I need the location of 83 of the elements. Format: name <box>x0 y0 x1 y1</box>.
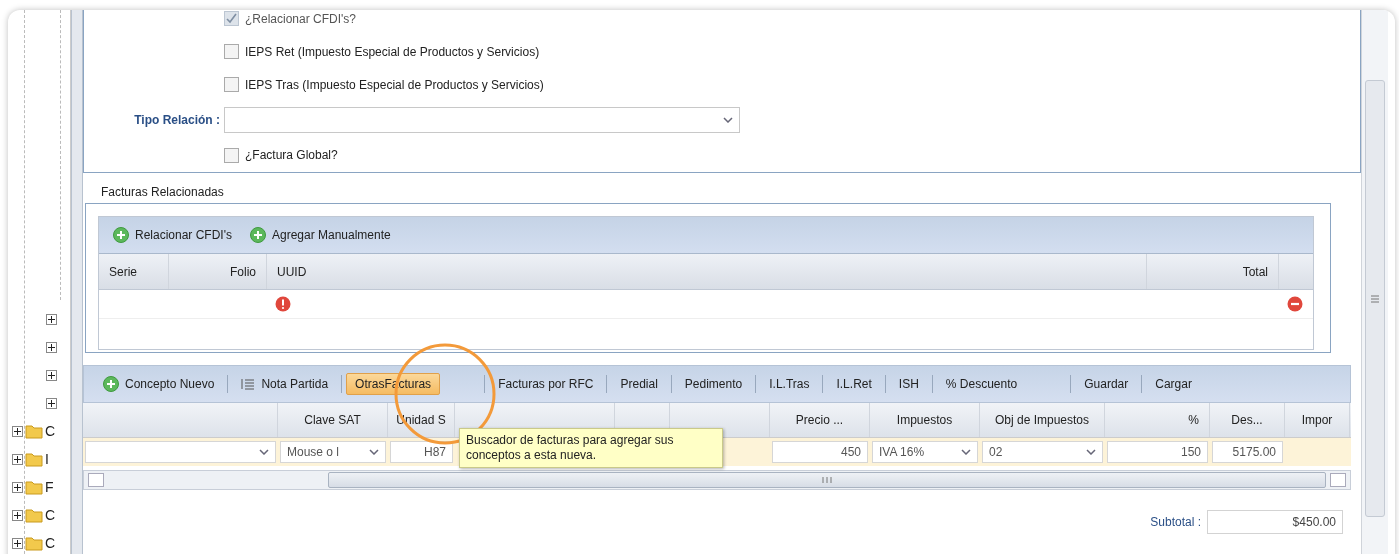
toolbar-button[interactable]: Agregar Manualmente <box>244 224 397 246</box>
dropdown-field[interactable]: 02 <box>982 441 1103 463</box>
dropdown-field[interactable] <box>85 441 276 463</box>
remove-icon[interactable] <box>1287 296 1303 312</box>
dropdown-caret-icon <box>723 117 733 124</box>
checkbox[interactable] <box>224 44 239 60</box>
toolbar-button[interactable]: Facturas por RFC <box>489 373 603 395</box>
checkbox-label: ¿Relacionar CFDI's? <box>245 11 356 26</box>
column-header[interactable]: Des... <box>1231 413 1263 427</box>
folder-icon <box>25 479 43 495</box>
expand-icon[interactable] <box>46 313 57 325</box>
expand-icon[interactable] <box>12 537 23 549</box>
dropdown-caret-icon <box>961 449 971 455</box>
column-header[interactable]: Folio <box>169 254 267 289</box>
column-header[interactable]: Clave SAT <box>304 413 361 427</box>
column-header[interactable]: Serie <box>99 254 169 289</box>
tooltip: Buscador de facturas para agregar sus conceptos a esta nueva. <box>459 428 723 468</box>
column-header[interactable]: Total <box>1147 254 1279 289</box>
toolbar-button[interactable]: Predial <box>611 373 667 395</box>
column-header[interactable]: Precio ... <box>795 413 844 427</box>
checkbox-label: IEPS Ret (Impuesto Especial de Productos y Servicios) <box>245 44 540 59</box>
dropdown-caret-icon <box>369 449 379 455</box>
toolbar-button[interactable]: I.L.Ret <box>827 373 881 395</box>
column-header[interactable]: % <box>1188 413 1199 427</box>
toolbar-button[interactable]: Relacionar CFDI's <box>107 224 238 246</box>
input-field[interactable]: 450 <box>772 441 868 463</box>
expand-icon[interactable] <box>12 481 23 493</box>
expand-icon[interactable] <box>46 341 57 353</box>
add-icon <box>250 227 266 243</box>
toolbar-button[interactable]: Concepto Nuevo <box>94 372 224 396</box>
grip-icon <box>1370 294 1380 303</box>
expand-icon[interactable] <box>46 397 57 409</box>
toolbar-button[interactable]: Nota Partida <box>232 373 338 395</box>
toolbar-button[interactable]: % Descuento <box>936 373 1027 395</box>
vertical-scrollbar[interactable] <box>1361 10 1388 554</box>
add-icon <box>113 227 129 243</box>
subtotal-field: $450.00 <box>1207 510 1343 534</box>
checkbox-label: IEPS Tras (Impuesto Especial de Productos y Servicios) <box>245 77 544 92</box>
dropdown-caret-icon <box>1086 449 1096 455</box>
toolbar-button[interactable]: Cargar <box>1146 373 1201 395</box>
expand-icon[interactable] <box>46 369 57 381</box>
folder-icon <box>25 535 43 551</box>
column-header[interactable]: Impuestos <box>896 413 953 427</box>
tree-item-label[interactable]: I <box>45 451 49 467</box>
toolbar-button[interactable]: I.L.Tras <box>760 373 819 395</box>
scroll-left-button[interactable] <box>88 473 104 487</box>
section-title: Facturas Relacionadas <box>101 185 225 199</box>
error-icon <box>275 296 291 312</box>
tree-item-label[interactable]: F <box>45 479 54 495</box>
expand-icon[interactable] <box>12 453 23 465</box>
add-icon <box>103 376 119 392</box>
toolbar-button[interactable]: Pedimento <box>675 373 752 395</box>
toolbar-button[interactable]: ISH <box>889 373 928 395</box>
column-header[interactable]: UUID <box>267 254 1147 289</box>
dropdown-caret-icon <box>259 449 269 455</box>
folder-icon <box>25 451 43 467</box>
folder-icon <box>25 507 43 523</box>
tipo-relacion-select[interactable] <box>224 107 740 134</box>
tree-item-label[interactable]: C <box>45 507 56 523</box>
tree-item-label[interactable]: C <box>45 535 56 551</box>
toolbar-button[interactable]: Guardar <box>1075 373 1138 395</box>
toolbar-button[interactable]: OtrasFacturas <box>346 373 441 395</box>
field-label: Tipo Relación : <box>133 113 221 128</box>
list-icon <box>241 378 256 390</box>
horizontal-scrollbar[interactable] <box>83 470 1351 490</box>
dropdown-field[interactable]: IVA 16% <box>872 441 978 463</box>
subtotal-label: Subtotal : <box>1150 515 1201 529</box>
input-field[interactable]: 150 <box>1107 441 1208 463</box>
grip-icon <box>821 476 833 484</box>
dropdown-field[interactable]: Mouse o l <box>280 441 386 463</box>
column-header[interactable]: Obj de Impuestos <box>994 413 1090 427</box>
scroll-right-button[interactable] <box>1330 473 1346 487</box>
expand-icon[interactable] <box>12 509 23 521</box>
splitter-handle[interactable] <box>71 10 83 554</box>
expand-icon[interactable] <box>12 425 23 437</box>
checkbox-label: ¿Factura Global? <box>245 148 338 163</box>
folder-icon <box>25 423 43 439</box>
checkbox[interactable] <box>224 147 239 163</box>
column-header[interactable]: Impor <box>1301 413 1333 427</box>
checkbox[interactable] <box>224 77 239 93</box>
tree-item-label[interactable]: C <box>45 423 56 439</box>
input-field[interactable]: H87 <box>390 441 453 463</box>
input-field[interactable]: 5175.00 <box>1212 441 1283 463</box>
